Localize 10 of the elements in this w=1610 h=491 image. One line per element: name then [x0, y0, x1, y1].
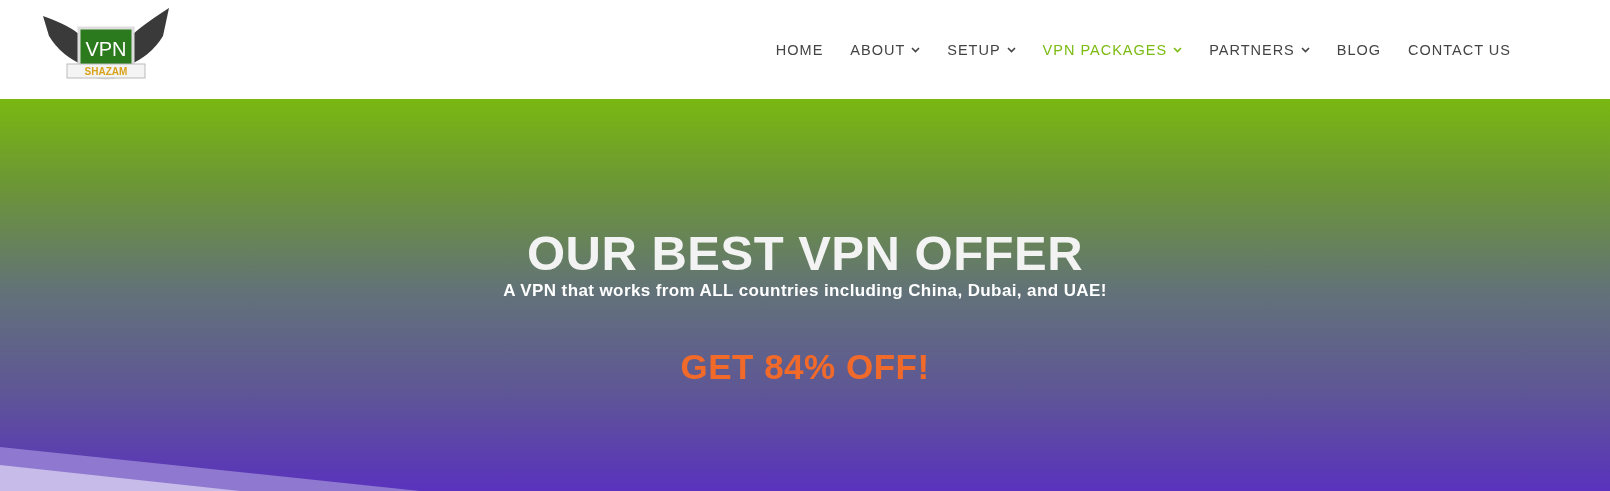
nav-link[interactable]: BLOG: [1336, 41, 1382, 58]
hero-title: OUR BEST VPN OFFER: [526, 225, 1084, 281]
nav-link[interactable]: CONTACT US: [1408, 41, 1511, 58]
offer-text: GET 84% OFF!: [680, 347, 930, 387]
nav-link[interactable]: SETUP: [947, 41, 1016, 58]
logo[interactable]: VPN SHAZAM: [41, 5, 171, 94]
nav-link[interactable]: HOME: [775, 41, 824, 58]
nav-link[interactable]: ABOUT: [850, 41, 921, 58]
nav-link[interactable]: PARTNERS: [1209, 41, 1310, 58]
hero-subtitle: A VPN that works from ALL countries including China, Dubai, and UAE!: [503, 281, 1107, 301]
